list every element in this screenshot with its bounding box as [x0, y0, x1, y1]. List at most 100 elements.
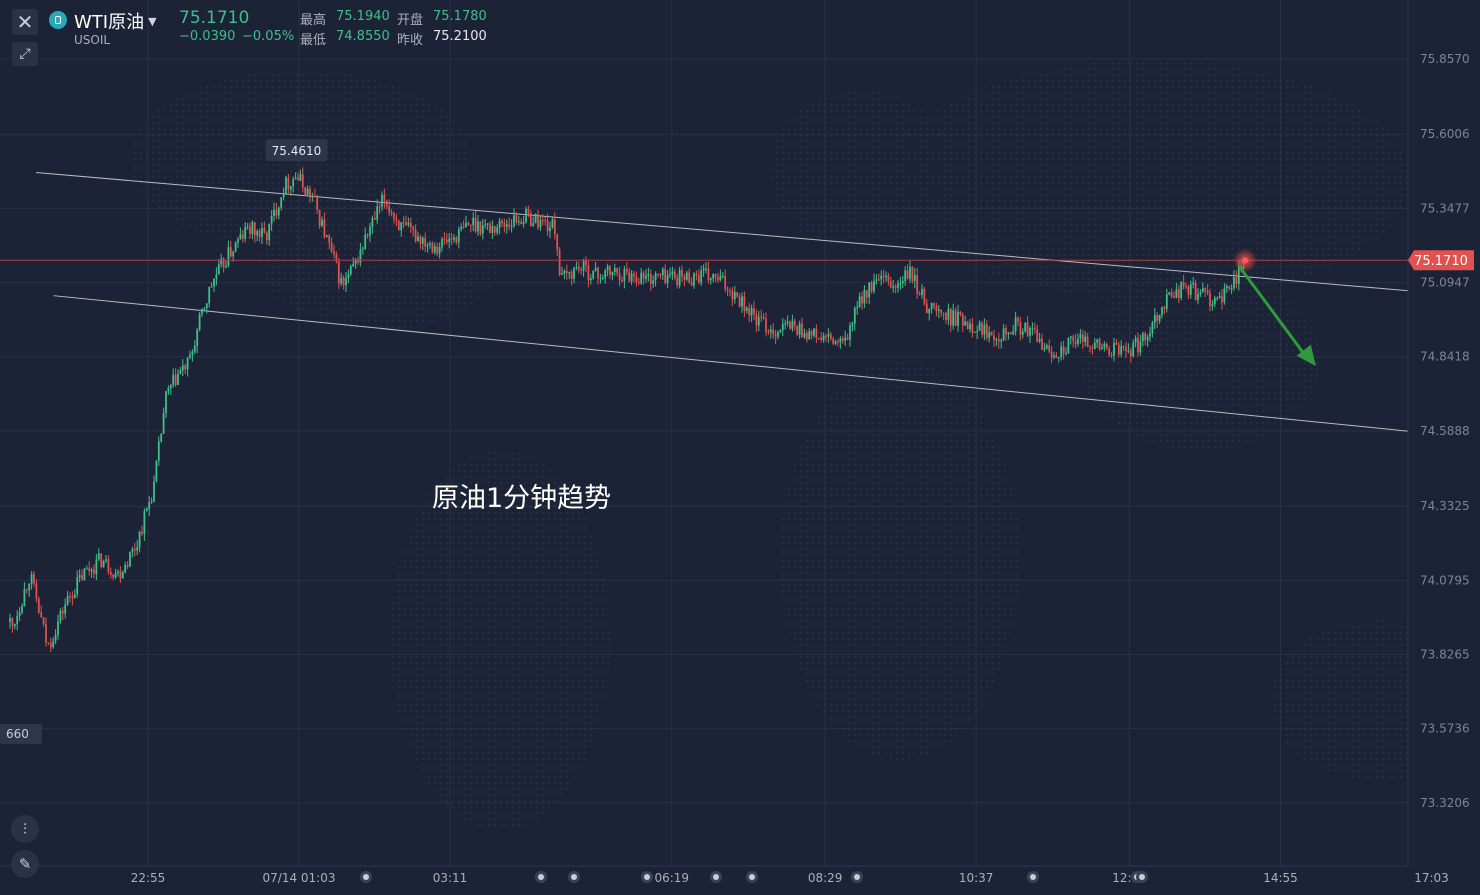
candle-body: [505, 224, 508, 227]
candle-body: [724, 275, 727, 290]
candle-body: [234, 242, 237, 252]
candle-body: [321, 219, 323, 226]
event-marker-dot: [713, 874, 719, 880]
candle-body: [565, 270, 568, 274]
candle-body: [9, 618, 11, 623]
x-tick-label: 14:55: [1263, 871, 1298, 885]
candle-body: [964, 321, 967, 326]
candle-body: [726, 289, 729, 291]
candle-body: [973, 331, 976, 333]
open-label: 开盘: [397, 13, 424, 28]
candle-body: [1009, 332, 1012, 335]
candle-body: [781, 323, 784, 331]
candle-body: [755, 314, 758, 326]
candle-body: [1093, 342, 1096, 349]
candle-body: [1216, 297, 1219, 299]
candle-body: [1103, 343, 1106, 348]
candle-body: [808, 331, 811, 340]
candle-body: [448, 238, 451, 243]
candle-body: [1177, 289, 1180, 298]
candle-body: [1024, 322, 1027, 332]
candle-body: [102, 560, 105, 568]
candle-body: [743, 296, 746, 311]
candle-body: [748, 307, 751, 316]
candle-body: [383, 194, 386, 202]
candle-body: [157, 441, 160, 461]
candle-body: [640, 272, 643, 284]
candle-body: [904, 270, 907, 282]
candle-body: [575, 267, 578, 269]
candle-body: [635, 276, 638, 282]
prev-close-label: 昨收: [397, 33, 424, 48]
annotation-text: 原油1分钟趋势: [432, 483, 612, 514]
candle-body: [1144, 333, 1147, 341]
candle-body: [1132, 342, 1135, 357]
candle-body: [959, 311, 962, 315]
candle-body: [673, 271, 676, 278]
expand-icon[interactable]: ⤢: [12, 42, 38, 66]
candle-body: [681, 270, 683, 277]
candle-body: [813, 328, 815, 336]
candle-body: [193, 345, 196, 352]
candle-body: [501, 220, 503, 223]
candle-body: [309, 188, 311, 198]
candle-body: [769, 329, 772, 333]
candle-body: [849, 325, 851, 340]
candle-body: [1165, 294, 1168, 309]
candle-body: [863, 290, 866, 304]
candle-body: [52, 640, 55, 648]
candle-body: [741, 296, 743, 307]
candle-body: [585, 260, 587, 266]
candle-body: [112, 574, 115, 578]
candle-body: [1211, 304, 1214, 306]
price-chart[interactable]: 75.4610660 75.857075.600675.347775.09477…: [0, 0, 1480, 895]
symbol-selector[interactable]: WTI原油 ▼: [74, 8, 157, 34]
candle-body: [805, 333, 808, 340]
symbol-name: WTI原油: [74, 12, 145, 33]
candle-body: [541, 219, 544, 221]
candle-body: [301, 174, 304, 188]
candle-body: [78, 575, 81, 578]
candle-body: [786, 321, 789, 324]
candle-body: [1129, 350, 1132, 357]
price-change-percent: −0.05%: [242, 29, 295, 44]
candle-body: [263, 228, 266, 233]
candle-body: [604, 270, 607, 278]
candle-body: [856, 307, 859, 309]
candle-body: [669, 274, 671, 276]
candle-body: [978, 322, 981, 331]
candle-body: [1151, 322, 1154, 334]
candle-body: [1065, 352, 1067, 354]
candle-body: [462, 226, 465, 228]
close-icon[interactable]: ✕: [12, 9, 38, 35]
y-tick-label: 74.8418: [1420, 350, 1470, 364]
candles-icon[interactable]: ⫶: [11, 815, 39, 843]
candle-body: [527, 208, 530, 214]
event-marker-dot: [363, 874, 369, 880]
candle-body: [397, 220, 400, 231]
candle-body: [688, 272, 691, 283]
candle-body: [249, 226, 251, 235]
candle-body: [666, 275, 669, 283]
peak-label: 75.4610: [272, 144, 322, 158]
candle-body: [287, 177, 290, 190]
candle-body: [169, 385, 172, 389]
candle-body: [1050, 351, 1053, 358]
y-tick-label: 75.0947: [1420, 276, 1470, 290]
candle-body: [450, 238, 453, 240]
candle-body: [508, 224, 511, 227]
event-marker-dot: [538, 874, 544, 880]
pencil-icon[interactable]: ✎: [11, 850, 39, 878]
candle-body: [649, 274, 652, 284]
candle-body: [119, 571, 122, 579]
candle-body: [1173, 296, 1175, 298]
candle-body: [1197, 294, 1199, 301]
candle-body: [1204, 287, 1207, 291]
candle-body: [1117, 344, 1120, 355]
candle-body: [33, 574, 35, 584]
candle-body: [421, 237, 424, 244]
candle-body: [1168, 292, 1171, 295]
candle-body: [700, 270, 703, 283]
candle-body: [1029, 328, 1031, 336]
candle-body: [345, 278, 347, 285]
